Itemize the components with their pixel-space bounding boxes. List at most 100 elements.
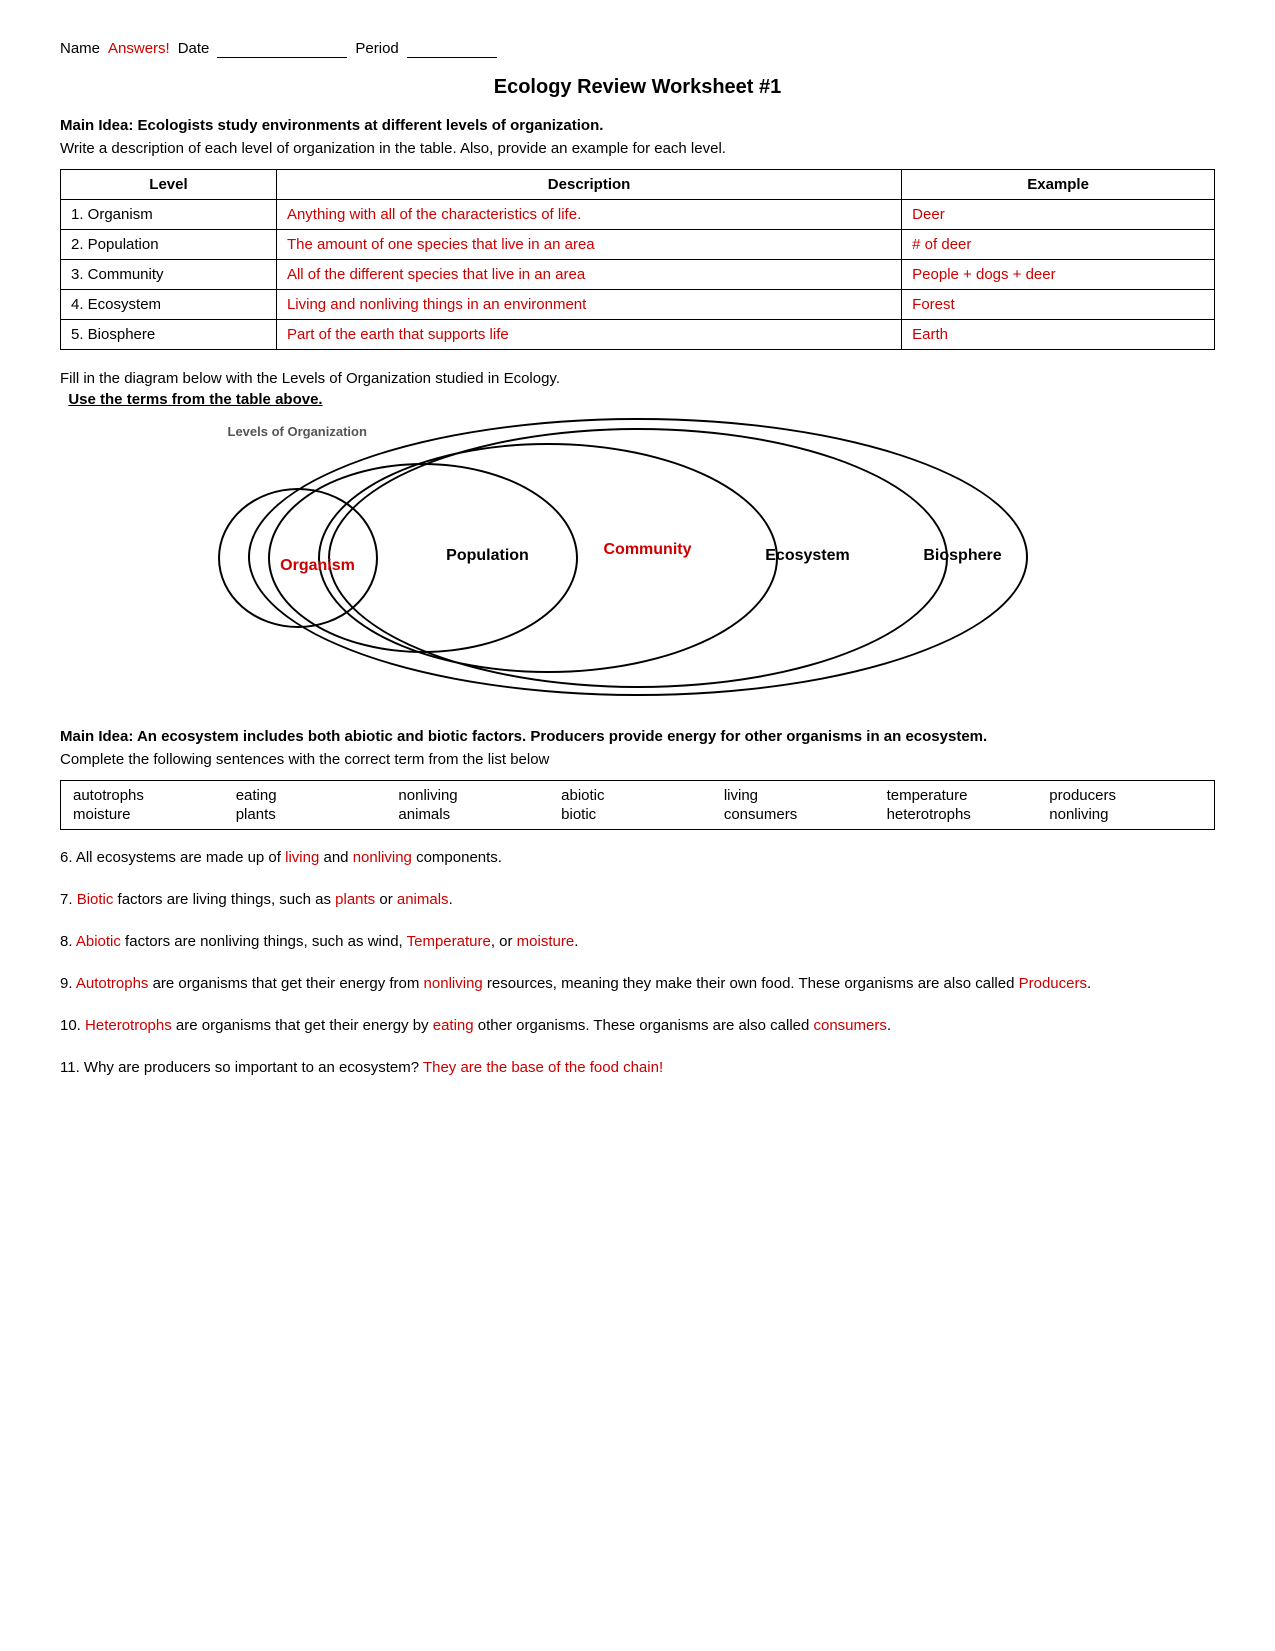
date-field[interactable]: [217, 40, 347, 58]
answer-text: eating: [433, 1017, 474, 1034]
cell-example: Earth: [902, 320, 1215, 350]
period-field[interactable]: [407, 40, 497, 58]
cell-level: 4. Ecosystem: [61, 290, 277, 320]
answer-text: Autotrophs: [76, 975, 149, 992]
cell-example: # of deer: [902, 230, 1215, 260]
table-row: 1. OrganismAnything with all of the char…: [61, 200, 1215, 230]
cell-level: 1. Organism: [61, 200, 277, 230]
name-label: Name: [60, 40, 100, 57]
diagram-instruction1: Fill in the diagram below with the Level…: [60, 370, 1215, 387]
sentence-7: 7. Biotic factors are living things, suc…: [60, 888, 1215, 912]
question-text: 6. All ecosystems are made up of: [60, 849, 285, 866]
page-title: Ecology Review Worksheet #1: [60, 76, 1215, 99]
word-bank-item: nonliving: [398, 787, 551, 804]
section1-instruction: Write a description of each level of org…: [60, 140, 1215, 157]
section1-main-idea: Main Idea: Ecologists study environments…: [60, 117, 1215, 134]
question-text: 10.: [60, 1017, 85, 1034]
question-text: .: [1087, 975, 1091, 992]
answer-text: Temperature: [407, 933, 491, 950]
question-text: other organisms. These organisms are als…: [474, 1017, 814, 1034]
cell-example: Deer: [902, 200, 1215, 230]
word-bank-item: living: [724, 787, 877, 804]
table-row: 3. CommunityAll of the different species…: [61, 260, 1215, 290]
question-text: factors are nonliving things, such as wi…: [121, 933, 407, 950]
section2-instruction: Complete the following sentences with th…: [60, 751, 1215, 768]
answer-text: Biotic: [77, 891, 114, 908]
name-value: Answers!: [108, 40, 170, 57]
question-text: .: [574, 933, 578, 950]
question-text: are organisms that get their energy from: [148, 975, 423, 992]
word-bank: autotrophs eating nonliving abiotic living te…: [60, 780, 1215, 830]
cell-description: Part of the earth that supports life: [276, 320, 901, 350]
question-text: or: [375, 891, 397, 908]
sentence-11: 11. Why are producers so important to an…: [60, 1056, 1215, 1080]
answer-text: living: [285, 849, 319, 866]
sentence-8: 8. Abiotic factors are nonliving things,…: [60, 930, 1215, 954]
diagram-section: Fill in the diagram below with the Level…: [60, 370, 1215, 698]
cell-example: People + dogs + deer: [902, 260, 1215, 290]
answer-text: nonliving: [353, 849, 412, 866]
answer-text: consumers: [814, 1017, 887, 1034]
answer-text: Heterotrophs: [85, 1017, 172, 1034]
cell-description: Anything with all of the characteristics…: [276, 200, 901, 230]
word-bank-item: producers: [1049, 787, 1202, 804]
answer-text: moisture: [517, 933, 575, 950]
header: Name Answers! Date Period: [60, 40, 1215, 58]
sentence-9: 9. Autotrophs are organisms that get the…: [60, 972, 1215, 996]
question-text: .: [449, 891, 453, 908]
answer-text: nonliving: [424, 975, 483, 992]
question-text: .: [887, 1017, 891, 1034]
answer-text: Producers: [1019, 975, 1087, 992]
question-text: are organisms that get their energy by: [172, 1017, 433, 1034]
col-example: Example: [902, 170, 1215, 200]
label-ecosystem: Ecosystem: [753, 536, 863, 576]
question-text: 8.: [60, 933, 76, 950]
word-bank-item: animals: [398, 806, 551, 823]
diagram-label: Levels of Organization: [228, 424, 367, 439]
sentence-6: 6. All ecosystems are made up of living …: [60, 846, 1215, 870]
cell-level: 2. Population: [61, 230, 277, 260]
question-text: 9.: [60, 975, 76, 992]
word-bank-item: biotic: [561, 806, 714, 823]
col-description: Description: [276, 170, 901, 200]
levels-diagram: Levels of Organization Organism Populati…: [208, 418, 1068, 698]
word-bank-item: abiotic: [561, 787, 714, 804]
cell-description: Living and nonliving things in an enviro…: [276, 290, 901, 320]
word-bank-item: nonliving: [1049, 806, 1202, 823]
word-bank-item: eating: [236, 787, 389, 804]
levels-table: Level Description Example 1. OrganismAny…: [60, 169, 1215, 350]
word-bank-item: consumers: [724, 806, 877, 823]
answer-text: They are the base of the food chain!: [423, 1059, 663, 1076]
question-text: components.: [412, 849, 502, 866]
word-bank-item: heterotrophs: [887, 806, 1040, 823]
word-bank-item: autotrophs: [73, 787, 226, 804]
cell-example: Forest: [902, 290, 1215, 320]
cell-description: All of the different species that live i…: [276, 260, 901, 290]
cell-level: 5. Biosphere: [61, 320, 277, 350]
cell-description: The amount of one species that live in a…: [276, 230, 901, 260]
table-row: 5. BiospherePart of the earth that suppo…: [61, 320, 1215, 350]
label-organism: Organism: [258, 546, 378, 586]
word-bank-item: moisture: [73, 806, 226, 823]
cell-level: 3. Community: [61, 260, 277, 290]
question-text: and: [319, 849, 352, 866]
table-row: 4. EcosystemLiving and nonliving things …: [61, 290, 1215, 320]
period-label: Period: [355, 40, 398, 57]
question-text: 11. Why are producers so important to an…: [60, 1059, 423, 1076]
answer-text: Abiotic: [76, 933, 121, 950]
label-biosphere: Biosphere: [908, 536, 1018, 576]
table-row: 2. PopulationThe amount of one species t…: [61, 230, 1215, 260]
answer-text: animals: [397, 891, 449, 908]
word-bank-item: temperature: [887, 787, 1040, 804]
label-population: Population: [428, 536, 548, 576]
question-text: , or: [491, 933, 517, 950]
question-text: factors are living things, such as: [113, 891, 335, 908]
question-text: resources, meaning they make their own f…: [483, 975, 1019, 992]
date-label: Date: [178, 40, 210, 57]
sentence-10: 10. Heterotrophs are organisms that get …: [60, 1014, 1215, 1038]
question-text: 7.: [60, 891, 77, 908]
label-community: Community: [588, 530, 708, 570]
word-bank-item: plants: [236, 806, 389, 823]
col-level: Level: [61, 170, 277, 200]
diagram-instruction2: Use the terms from the table above.: [60, 391, 1215, 408]
